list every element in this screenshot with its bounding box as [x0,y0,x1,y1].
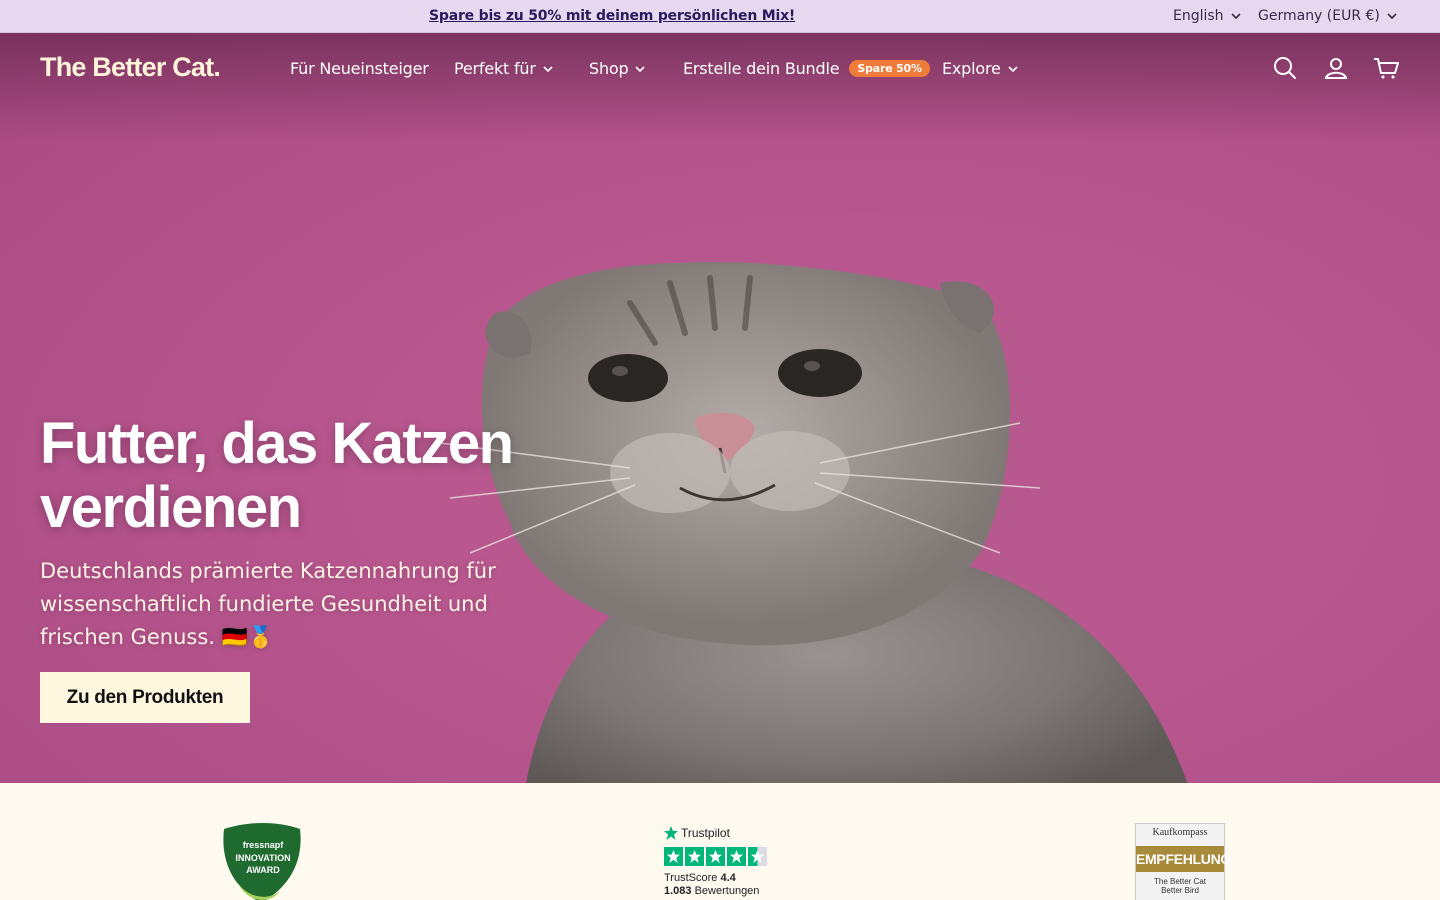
nav-item-neueinsteiger[interactable]: Für Neueinsteiger [290,59,429,78]
award-line-3: AWARD [246,865,280,875]
site-logo[interactable]: The Better Cat. [40,52,221,83]
fressnapf-award-badge[interactable]: fressnapf INNOVATION AWARD [218,823,304,900]
search-icon[interactable] [1272,55,1298,81]
trustscore-label: TrustScore [664,872,718,884]
hero-subtext: Deutschlands prämierte Katzennahrung für… [40,559,496,649]
kaufkompass-product-line-1: The Better Cat [1153,877,1207,886]
star-icon [706,847,725,866]
nav-item-perfekt-fuer[interactable]: Perfekt für [454,59,554,78]
discount-badge: Spare 50% [849,60,930,77]
account-icon[interactable] [1323,55,1349,81]
star-icon [664,847,683,866]
trustpilot-widget[interactable]: Trustpilot TrustScore 4.4 1.083 Bewertun… [664,826,784,900]
language-selector[interactable]: English [1173,8,1242,24]
review-count: 1.083 [664,885,692,897]
trustpilot-count: 1.083 Bewertungen [664,885,784,897]
kaufkompass-badge[interactable]: Kaufkompass EMPFEHLUNG The Better Cat Be… [1135,823,1231,900]
star-icon [685,847,704,866]
trustpilot-score: TrustScore 4.4 [664,872,784,884]
award-line-2: INNOVATION [235,853,290,863]
trustscore-value: 4.4 [720,872,736,884]
kaufkompass-label: EMPFEHLUNG [1136,846,1231,872]
announcement-bar: Spare bis zu 50% mit deinem persönlichen… [0,0,1440,33]
language-label: English [1173,8,1224,24]
review-count-label: Bewertungen [694,885,760,897]
country-label: Germany (EUR €) [1258,8,1380,24]
products-cta-button[interactable]: Zu den Produkten [40,672,250,723]
chevron-down-icon [1230,13,1241,20]
nav-label: Explore [942,59,1001,78]
hero-section [0,33,1440,783]
trustpilot-brand: Trustpilot [681,826,730,840]
nav-label: Shop [589,59,629,78]
nav-label: Perfekt für [454,59,536,78]
trustpilot-header: Trustpilot [664,826,784,840]
trustpilot-stars [664,847,784,866]
nav-item-bundle[interactable]: Erstelle dein Bundle Spare 50% [683,59,930,78]
cart-icon[interactable] [1373,55,1399,81]
chevron-down-icon [635,65,646,72]
hero-headline: Futter, das Katzen verdienen [40,411,514,540]
chevron-down-icon [1008,65,1018,72]
kaufkompass-product-line-2: Better Bird [1161,886,1199,895]
kaufkompass-brand: Kaufkompass [1152,827,1208,838]
chevron-down-icon [1387,13,1397,20]
star-half-icon [748,847,767,866]
star-icon [664,826,678,840]
country-selector[interactable]: Germany (EUR €) [1258,8,1398,24]
announcement-link[interactable]: Spare bis zu 50% mit deinem persönlichen… [429,8,795,24]
nav-label: Erstelle dein Bundle [683,59,840,78]
kaufkompass-product: The Better Cat Better Bird [1136,877,1224,895]
star-icon [727,847,746,866]
header-gradient [0,33,1440,143]
nav-item-explore[interactable]: Explore [942,59,1019,78]
chevron-down-icon [543,65,553,72]
nav-item-shop[interactable]: Shop [589,59,646,78]
award-line-1: fressnapf [243,840,285,850]
nav-label: Für Neueinsteiger [290,59,429,78]
